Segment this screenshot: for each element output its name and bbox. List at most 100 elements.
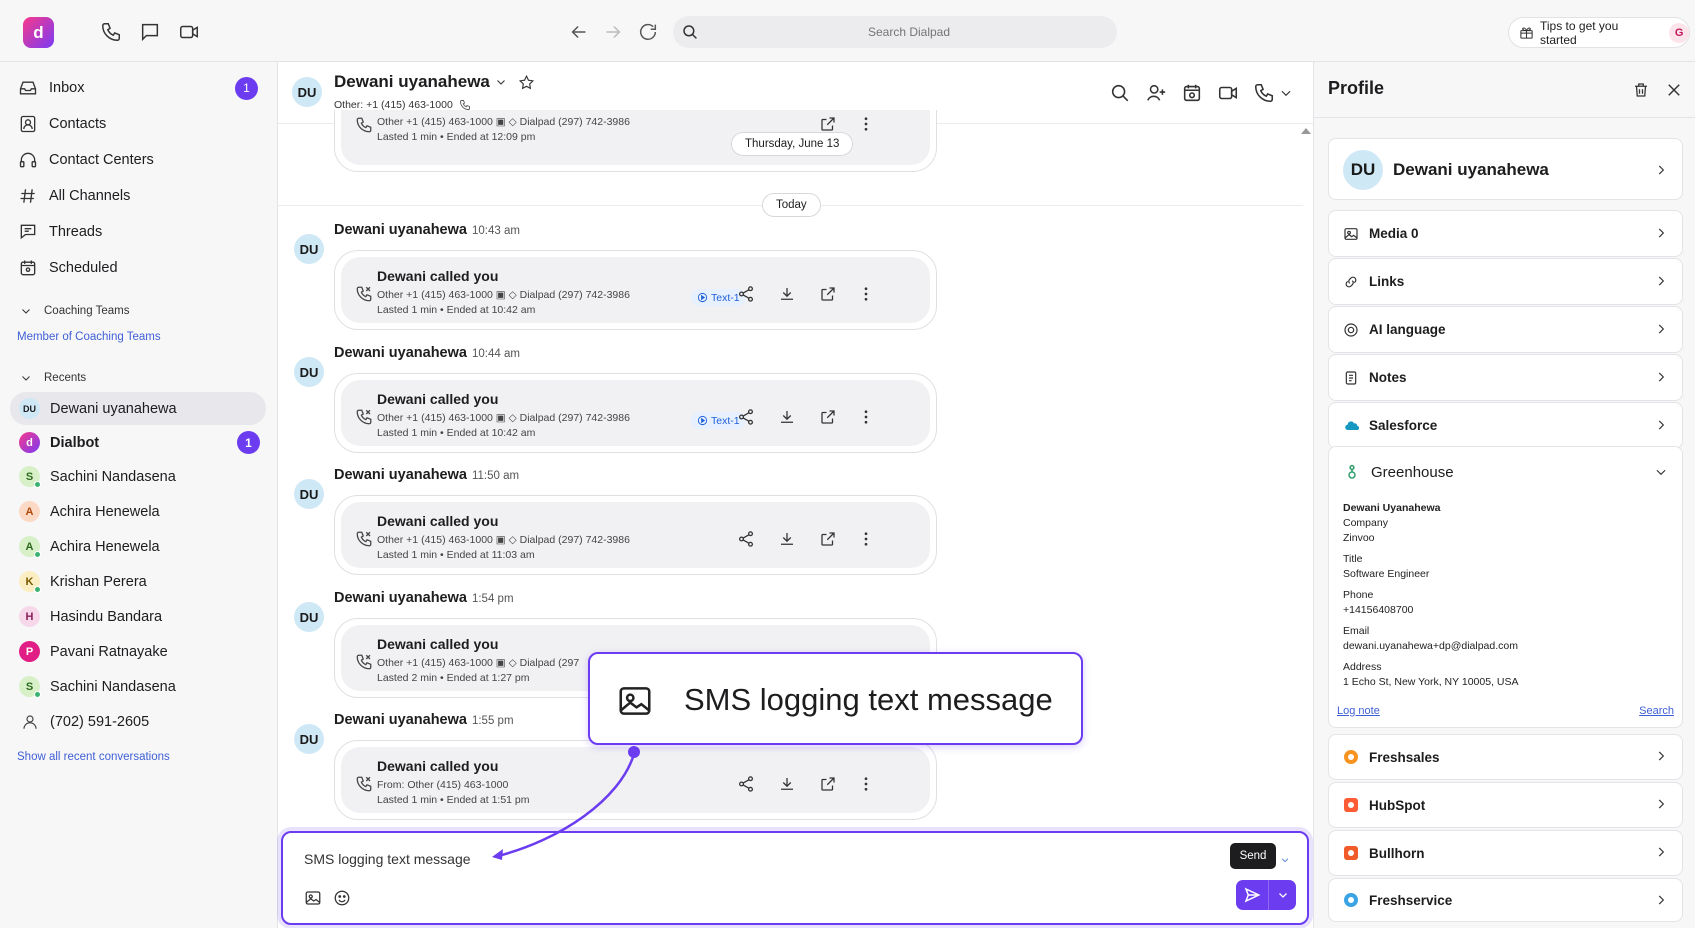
greenhouse-header[interactable]: Greenhouse [1329, 447, 1682, 497]
sidebar-item-inbox[interactable]: Inbox 1 [18, 74, 258, 102]
video-call-icon[interactable] [1217, 82, 1239, 104]
share-icon[interactable] [737, 285, 755, 303]
coaching-teams-header[interactable]: Coaching Teams [20, 305, 129, 317]
sidebar-item-all-channels[interactable]: All Channels [18, 182, 258, 210]
recent-item[interactable]: P Pavani Ratnayake [10, 635, 266, 668]
greenhouse-icon [1343, 461, 1361, 483]
open-external-icon[interactable] [819, 115, 837, 133]
forward-arrow-icon[interactable] [602, 21, 624, 43]
contact-name-dropdown[interactable]: Dewani uyanahewa [334, 72, 535, 92]
send-button[interactable] [1236, 880, 1296, 910]
download-icon[interactable] [778, 408, 796, 426]
channels-icon [18, 186, 38, 206]
user-avatar[interactable]: G [1669, 22, 1689, 43]
open-external-icon[interactable] [819, 530, 837, 548]
sidebar-item-threads[interactable]: Threads [18, 218, 258, 246]
profile-title: Profile [1328, 78, 1385, 98]
recent-item[interactable]: H Hasindu Bandara [10, 600, 266, 633]
recent-item[interactable]: S Sachini Nandasena [10, 670, 266, 703]
profile-row-ai-language[interactable]: AI language [1328, 306, 1683, 353]
coaching-teams-link[interactable]: Member of Coaching Teams [17, 331, 161, 343]
image-icon [1343, 226, 1359, 242]
integration-bullhorn[interactable]: Bullhorn [1328, 830, 1683, 876]
sender-avatar[interactable]: DU [294, 234, 324, 264]
recent-item[interactable]: A Achira Henewela [10, 495, 266, 528]
call-title: Dewani called you [377, 268, 499, 284]
sidebar-item-label: All Channels [49, 188, 131, 204]
more-options-icon[interactable] [857, 775, 875, 793]
profile-row-image[interactable]: Media 0 [1328, 210, 1683, 257]
call-log-card[interactable]: Dewani called you Other +1 (415) 463-1000… [334, 373, 937, 453]
add-person-icon[interactable] [1145, 82, 1167, 104]
video-icon[interactable] [178, 21, 200, 43]
profile-row-notes[interactable]: Notes [1328, 354, 1683, 401]
profile-row-link[interactable]: Links [1328, 258, 1683, 305]
emoji-icon[interactable] [333, 889, 351, 907]
refresh-icon[interactable] [637, 21, 659, 43]
sidebar-item-scheduled[interactable]: Scheduled [18, 254, 258, 282]
recent-item[interactable]: DU Dewani uyanahewa [10, 392, 266, 425]
share-icon[interactable] [737, 408, 755, 426]
star-icon[interactable] [518, 74, 535, 91]
dialpad-logo[interactable]: d [23, 17, 54, 48]
greenhouse-search-link[interactable]: Search [1639, 705, 1674, 717]
open-external-icon[interactable] [819, 408, 837, 426]
chevron-down-icon[interactable] [1279, 82, 1293, 104]
recent-item[interactable]: S Sachini Nandasena [10, 460, 266, 493]
greenhouse-label: Greenhouse [1371, 463, 1454, 481]
more-options-icon[interactable] [857, 530, 875, 548]
image-attach-icon[interactable] [304, 889, 322, 907]
recent-item[interactable]: (702) 591-2605 [10, 705, 266, 738]
search-bar[interactable] [673, 16, 1117, 48]
sender-avatar[interactable]: DU [294, 357, 324, 387]
recents-header[interactable]: Recents [20, 372, 86, 384]
more-options-icon[interactable] [857, 408, 875, 426]
share-icon[interactable] [737, 530, 755, 548]
search-icon[interactable] [1109, 82, 1131, 104]
recent-item[interactable]: d Dialbot 1 [10, 426, 266, 459]
back-arrow-icon[interactable] [568, 21, 590, 43]
sender-avatar[interactable]: DU [294, 724, 324, 754]
message-composer[interactable]: SMS logging text message Send [281, 831, 1309, 925]
profile-row-salesforce[interactable]: Salesforce [1328, 402, 1683, 449]
tips-button[interactable]: Tips to get you started G [1508, 17, 1690, 48]
download-icon[interactable] [778, 530, 796, 548]
schedule-meeting-icon[interactable] [1181, 82, 1203, 104]
search-input[interactable] [709, 16, 1109, 48]
recent-item[interactable]: K Krishan Perera [10, 565, 266, 598]
sidebar-item-contact-centers[interactable]: Contact Centers [18, 146, 258, 174]
more-options-icon[interactable] [857, 285, 875, 303]
sender-avatar[interactable]: DU [294, 602, 324, 632]
integration-freshservice[interactable]: Freshservice [1328, 878, 1683, 922]
missed-call-icon [355, 775, 373, 793]
log-note-link[interactable]: Log note [1337, 705, 1380, 717]
sidebar-item-contacts[interactable]: Contacts [18, 110, 258, 138]
call-icon[interactable] [1253, 82, 1275, 104]
share-icon[interactable] [737, 775, 755, 793]
call-log-card[interactable]: Dewani called you From: Other (415) 463-1… [334, 740, 937, 820]
sender-label: Dewani uyanahewa [334, 222, 467, 238]
contact-avatar[interactable]: DU [292, 77, 322, 107]
call-log-card[interactable]: Dewani called you Other +1 (415) 463-1000… [334, 495, 937, 575]
contact-summary-card[interactable]: DU Dewani uyanahewa [1328, 138, 1683, 200]
open-external-icon[interactable] [819, 285, 837, 303]
integration-label: HubSpot [1369, 797, 1426, 813]
integration-freshsales[interactable]: Freshsales [1328, 734, 1683, 780]
send-options-chevron-icon[interactable] [1268, 880, 1296, 910]
download-icon[interactable] [778, 285, 796, 303]
show-all-recents-link[interactable]: Show all recent conversations [17, 751, 170, 763]
composer-text[interactable]: SMS logging text message [304, 851, 471, 867]
download-icon[interactable] [778, 775, 796, 793]
recent-name: Krishan Perera [50, 573, 147, 590]
phone-icon[interactable] [100, 21, 122, 43]
recent-item[interactable]: A Achira Henewela [10, 530, 266, 563]
delete-icon[interactable] [1632, 81, 1650, 99]
scroll-up-arrow-icon[interactable] [1299, 126, 1313, 136]
close-icon[interactable] [1665, 81, 1683, 99]
more-options-icon[interactable] [857, 115, 875, 133]
open-external-icon[interactable] [819, 775, 837, 793]
call-log-card[interactable]: Dewani called you Other +1 (415) 463-1000… [334, 250, 937, 330]
integration-hubspot[interactable]: HubSpot [1328, 782, 1683, 828]
sender-avatar[interactable]: DU [294, 479, 324, 509]
message-icon[interactable] [139, 21, 161, 43]
